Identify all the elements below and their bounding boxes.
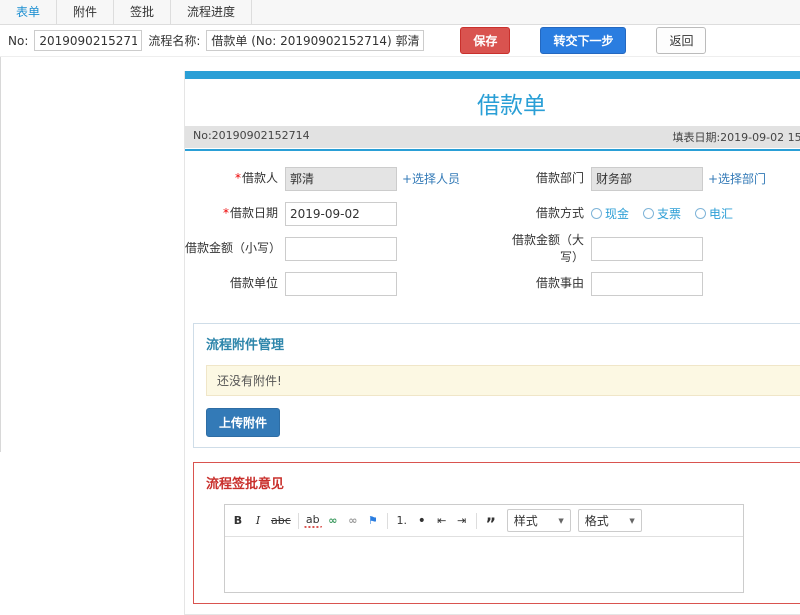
no-input[interactable] (34, 30, 143, 51)
form-row-3: 借款金额（小写） 借款金额（大写） (185, 231, 800, 266)
attachments-section: 流程附件管理 还没有附件! 上传附件 (193, 323, 800, 448)
amount-lower-label: 借款金额（小写） (185, 241, 282, 256)
department-label: 借款部门 (535, 171, 584, 186)
reason-input[interactable] (591, 271, 703, 296)
info-bar: No:20190902152714 填表日期:2019-09-02 15:27:… (185, 126, 800, 148)
reason-field (591, 271, 800, 296)
tab-approval[interactable]: 签批 (114, 0, 172, 24)
amount-upper-label: 借款金额（大写） (511, 233, 584, 264)
approval-comments-title: 流程签批意见 (206, 477, 285, 492)
page-title: 借款单 (477, 93, 546, 119)
amount-upper-input[interactable] (591, 236, 703, 261)
radio-check-icon (643, 208, 655, 219)
reason-label: 借款事由 (535, 276, 584, 291)
editor-toolbar: B I abc ab ∞ ∞ ⚑ 1. • ⇤ ⇥ ” 样式 ▼ 格式 ▼ (225, 505, 743, 537)
radio-cash[interactable]: 现金 (591, 205, 629, 222)
style-dropdown[interactable]: 样式 ▼ (506, 509, 571, 532)
required-mark: * (222, 206, 229, 221)
no-attachments-notice: 还没有附件! (206, 365, 800, 396)
panel-top-strip (185, 71, 800, 79)
borrower-field: +选择人员 (285, 166, 503, 191)
italic-icon[interactable]: I (249, 512, 267, 530)
content-area: 借款单 No:20190902152714 填表日期:2019-09-02 15… (0, 57, 800, 615)
chevron-down-icon: ▼ (629, 516, 635, 525)
ordered-list-icon[interactable]: 1. (393, 512, 411, 530)
transfer-next-button[interactable]: 转交下一步 (540, 27, 627, 54)
approval-comments-section: 流程签批意见 B I abc ab ∞ ∞ ⚑ 1. • ⇤ ⇥ ” 样式 ▼ … (193, 462, 800, 604)
bullet-list-icon[interactable]: • (413, 512, 431, 530)
borrower-input[interactable] (285, 166, 397, 191)
rich-text-editor: B I abc ab ∞ ∞ ⚑ 1. • ⇤ ⇥ ” 样式 ▼ 格式 ▼ (224, 504, 744, 593)
toolbar-separator (386, 512, 388, 529)
department-field: +选择部门 (591, 166, 800, 191)
link-icon[interactable]: ∞ (324, 512, 342, 530)
format-dropdown[interactable]: 格式 ▼ (577, 509, 642, 532)
process-name-input[interactable] (206, 30, 425, 51)
back-button[interactable]: 返回 (656, 27, 707, 54)
toolbar-separator (475, 512, 477, 529)
loan-form-panel: 借款单 No:20190902152714 填表日期:2019-09-02 15… (184, 71, 800, 615)
upload-attachment-button[interactable]: 上传附件 (206, 408, 281, 437)
tab-form[interactable]: 表单 (0, 0, 58, 24)
form-row-4: 借款单位 借款事由 (185, 266, 800, 301)
main-area: 借款单 No:20190902152714 填表日期:2019-09-02 15… (1, 57, 800, 615)
unit-field (285, 271, 503, 296)
amount-upper-field (591, 236, 800, 261)
form-row-1: *借款人 +选择人员 借款部门 +选择部门 (185, 161, 800, 196)
method-field: 现金 支票 电汇 (591, 205, 800, 222)
unit-input[interactable] (285, 271, 397, 296)
select-department-link[interactable]: +选择部门 (708, 170, 766, 187)
fill-date: 填表日期:2019-09-02 15:27:1 (672, 131, 800, 144)
method-label: 借款方式 (535, 206, 584, 221)
unit-label: 借款单位 (229, 276, 278, 291)
toolbar: No: 流程名称: 保存 转交下一步 返回 (0, 25, 800, 57)
spellcheck-icon[interactable]: ab (303, 513, 322, 528)
bold-icon[interactable]: B (229, 512, 247, 530)
form-row-2: *借款日期 借款方式 现金 支票 电汇 (185, 196, 800, 231)
required-mark: * (234, 171, 241, 186)
doc-number: No:20190902152714 (193, 129, 310, 142)
process-name-label: 流程名称: (148, 34, 201, 48)
radio-wire-icon (695, 208, 707, 219)
toolbar-separator (297, 512, 299, 529)
blockquote-icon[interactable]: ” (482, 512, 500, 531)
form-fields: *借款人 +选择人员 借款部门 +选择部门 *借款日期 (185, 151, 800, 313)
radio-check[interactable]: 支票 (643, 205, 681, 222)
tab-attachment[interactable]: 附件 (57, 0, 115, 24)
chevron-down-icon: ▼ (558, 516, 564, 525)
department-input[interactable] (591, 166, 703, 191)
tab-bar: 表单 附件 签批 流程进度 (0, 0, 800, 25)
unlink-icon[interactable]: ∞ (344, 512, 362, 530)
indent-icon[interactable]: ⇥ (453, 512, 471, 530)
select-person-link[interactable]: +选择人员 (402, 170, 460, 187)
amount-lower-field (285, 236, 503, 261)
editor-content-area[interactable] (225, 537, 743, 592)
flag-icon[interactable]: ⚑ (364, 512, 382, 530)
radio-cash-icon (591, 208, 602, 219)
save-button[interactable]: 保存 (460, 27, 511, 54)
borrow-date-input[interactable] (285, 201, 397, 226)
no-label: No: (8, 33, 29, 48)
borrow-date-field (285, 201, 503, 226)
outdent-icon[interactable]: ⇤ (433, 512, 451, 530)
attachments-title: 流程附件管理 (206, 338, 285, 353)
borrow-date-label: *借款日期 (222, 206, 278, 221)
strikethrough-icon[interactable]: abc (269, 512, 293, 530)
radio-wire[interactable]: 电汇 (695, 205, 733, 222)
borrower-label: *借款人 (234, 171, 278, 186)
amount-lower-input[interactable] (285, 236, 397, 261)
tab-progress[interactable]: 流程进度 (171, 0, 253, 24)
